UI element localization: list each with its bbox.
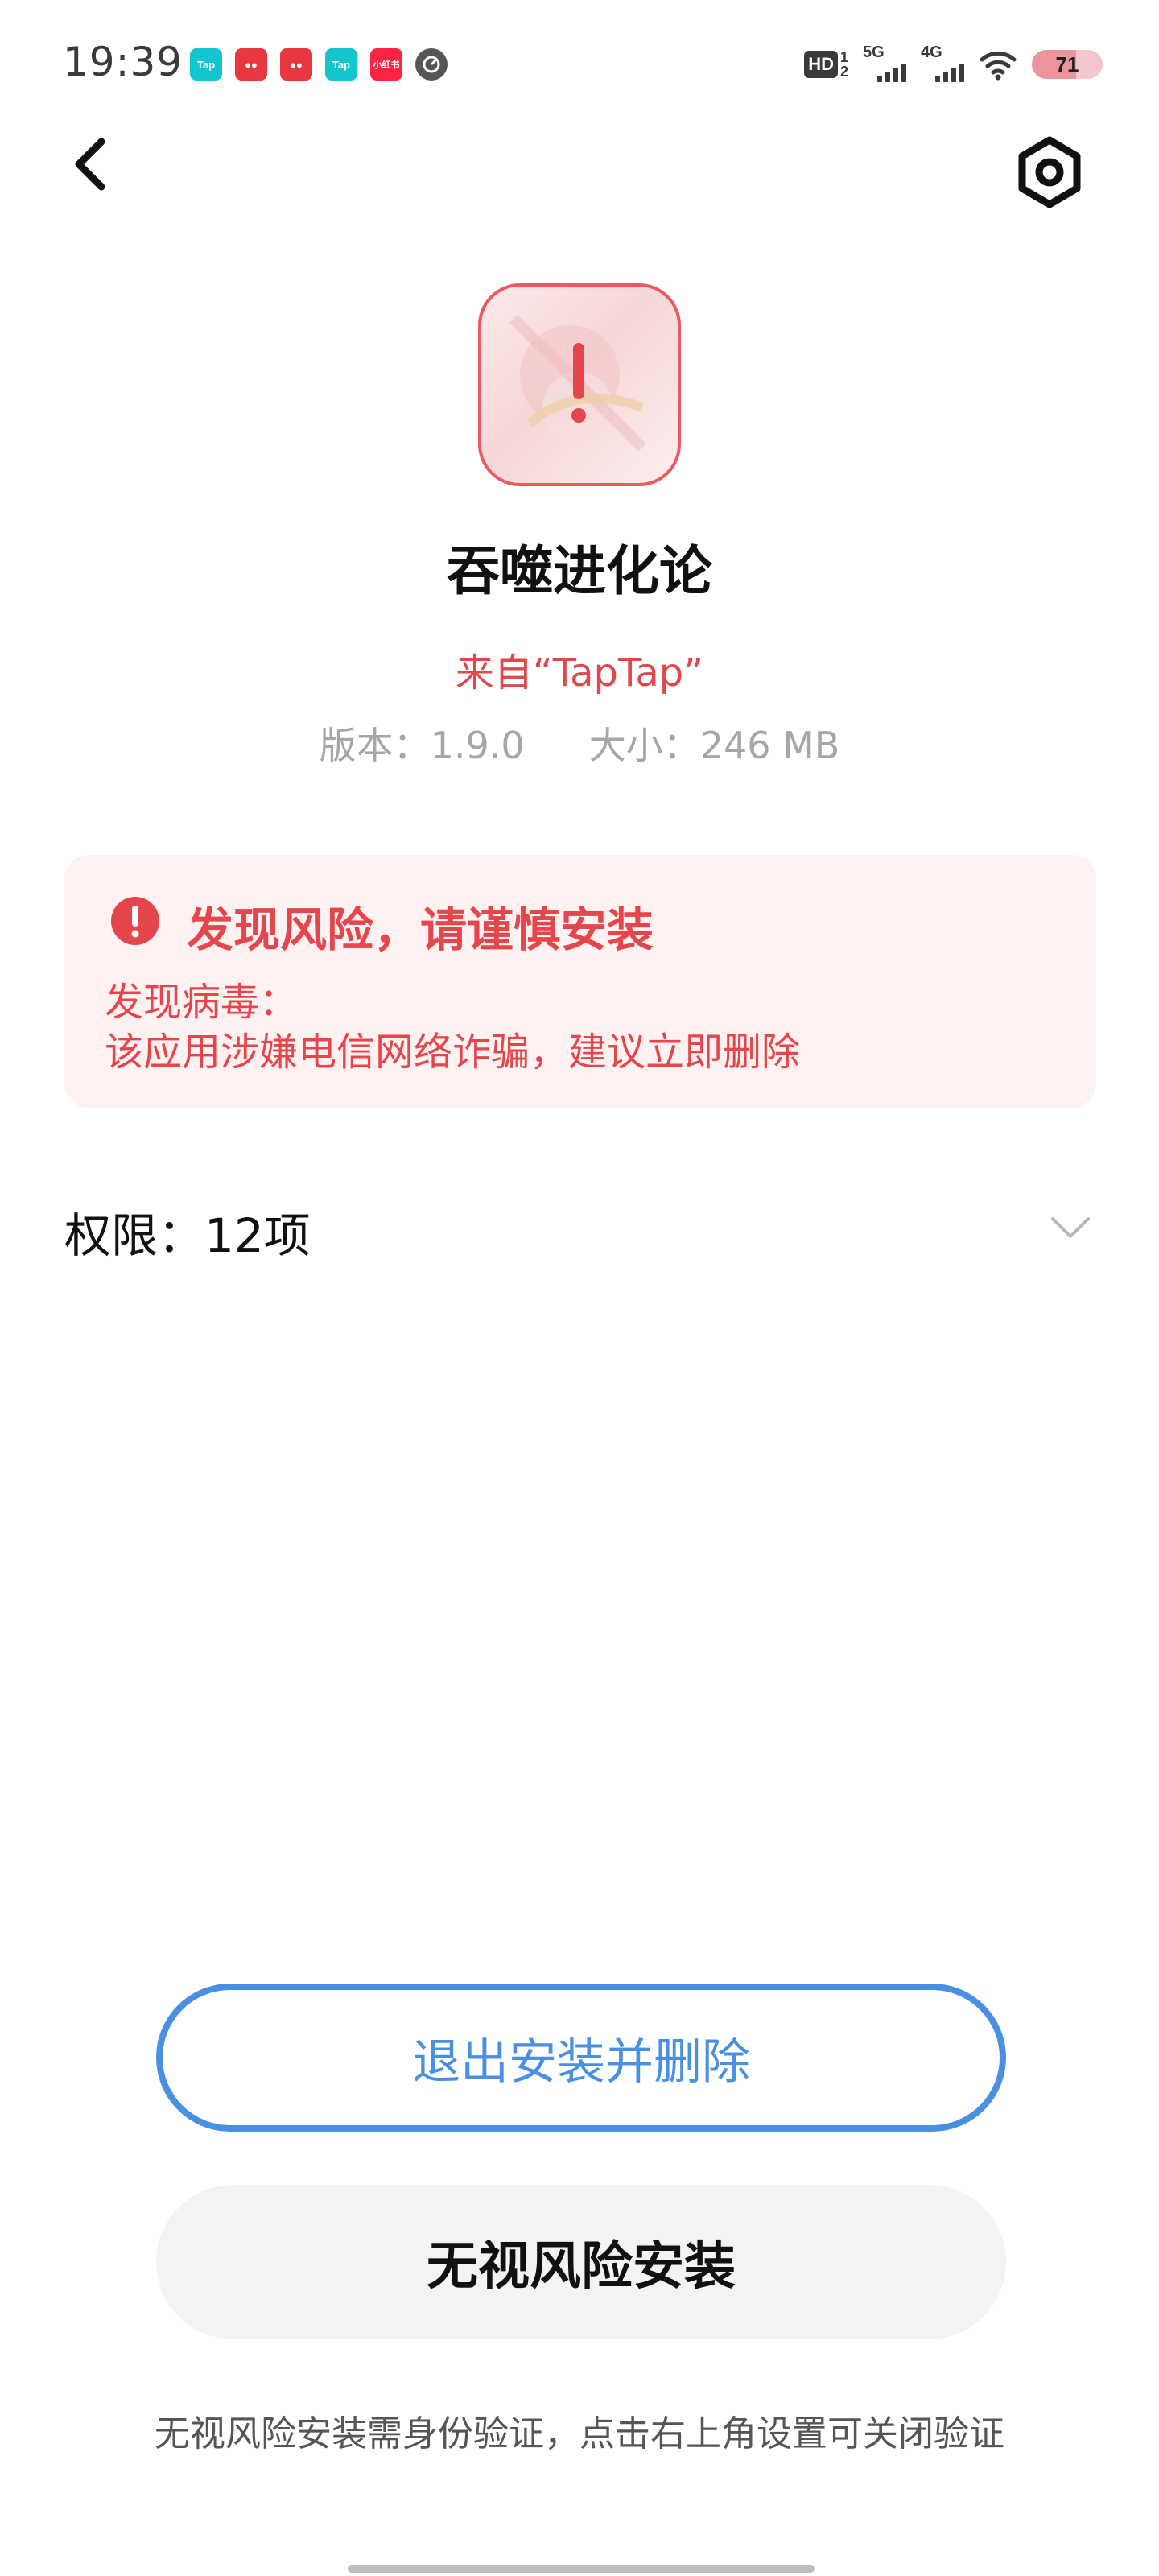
risk-description: 发现病毒： 该应用涉嫌电信网络诈骗，建议立即删除 — [105, 977, 800, 1077]
app-meta: 版本：1.9.0 大小：246 MB — [0, 716, 1159, 770]
app-name: 吞噬进化论 — [447, 540, 712, 602]
risk-description-line: 该应用涉嫌电信网络诈骗，建议立即删除 — [105, 1030, 801, 1075]
signal-4g-icon: 4G — [921, 43, 964, 82]
taptap-icon: Tap — [190, 48, 222, 80]
battery-icon: 71 — [1032, 50, 1103, 79]
exit-and-delete-button[interactable]: 退出安装并删除 — [156, 1984, 1006, 2132]
xiaohongshu-icon: 小红书 — [370, 48, 402, 80]
taptap-icon: Tap — [325, 48, 357, 80]
chevron-left-icon — [75, 138, 105, 191]
app-source: 来自“TapTap” — [455, 650, 704, 696]
ignore-risk-install-button[interactable]: 无视风险安装 — [156, 2185, 1006, 2339]
risk-warning-card: 发现风险，请谨慎安装 发现病毒： 该应用涉嫌电信网络诈骗，建议立即删除 — [64, 855, 1096, 1108]
risk-title: 发现风险，请谨慎安装 — [187, 902, 654, 957]
app-size: 大小：246 MB — [588, 724, 840, 767]
app-icon — [478, 283, 681, 486]
volte-hd-icon: HD 12 — [804, 50, 848, 79]
permissions-row[interactable]: 权限：12项 — [64, 1183, 1095, 1280]
warning-overlay-icon — [509, 315, 646, 452]
notification-icons: Tap ●● ●● Tap 小红书 — [190, 45, 448, 84]
home-indicator[interactable] — [348, 2565, 815, 2573]
red-app-icon: ●● — [235, 48, 267, 80]
risk-description-line: 发现病毒： — [105, 980, 299, 1025]
permissions-label: 权限：12项 — [64, 1208, 311, 1263]
alert-icon — [111, 897, 159, 945]
footer-note: 无视风险安装需身份验证，点击右上角设置可关闭验证 — [155, 2413, 1004, 2454]
settings-button[interactable] — [1013, 135, 1087, 209]
gear-icon — [1018, 136, 1081, 208]
dial-app-icon — [415, 48, 448, 80]
status-bar: 19:39 Tap ●● ●● Tap 小红书 HD 12 5G 4G 71 — [0, 0, 1159, 129]
signal-5g-icon: 5G — [863, 43, 906, 82]
chevron-down-icon — [1051, 1217, 1090, 1238]
status-indicators: HD 12 5G 4G 71 — [804, 40, 1103, 89]
app-version: 版本：1.9.0 — [319, 724, 525, 767]
wifi-icon — [980, 51, 1017, 80]
back-button[interactable] — [61, 132, 126, 196]
status-time: 19:39 — [63, 39, 184, 85]
red-app-icon: ●● — [280, 48, 312, 80]
